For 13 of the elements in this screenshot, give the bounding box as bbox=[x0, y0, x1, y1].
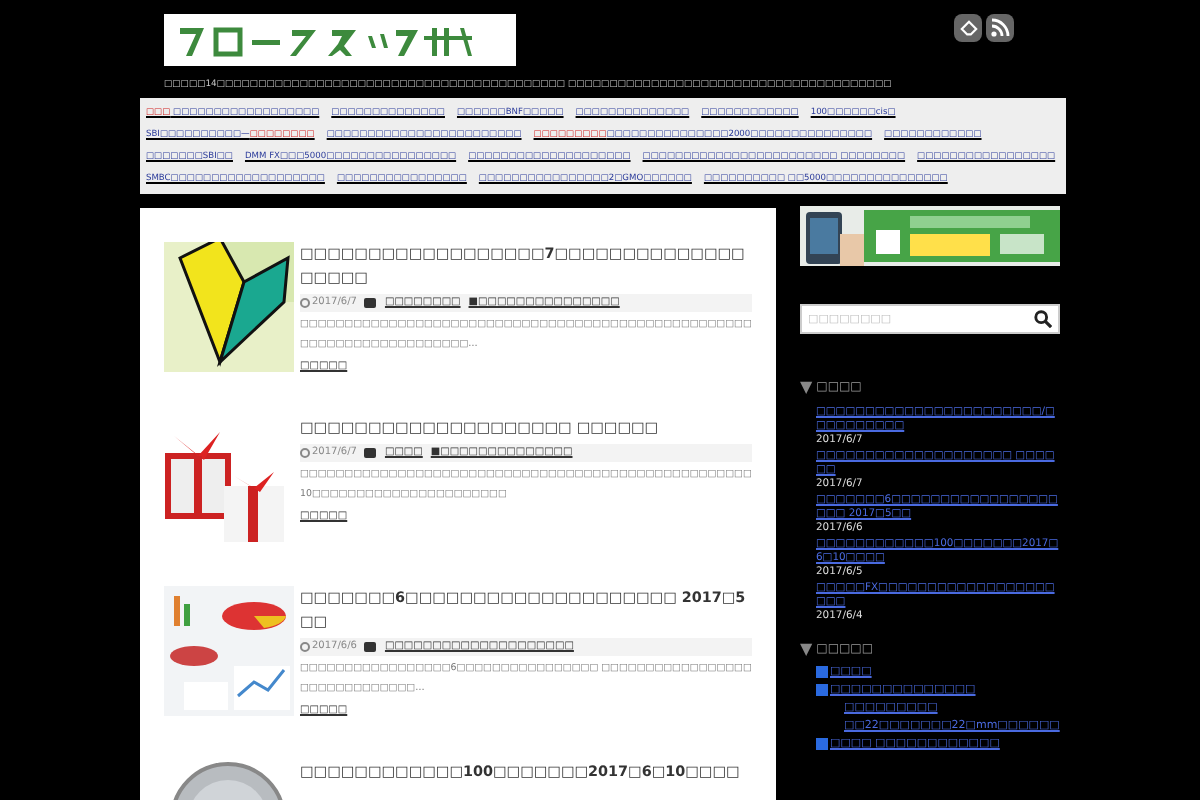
rss-icon[interactable] bbox=[986, 14, 1014, 42]
feedly-icon[interactable] bbox=[954, 14, 982, 42]
clock-icon bbox=[300, 642, 310, 652]
triangle-icon: ▼ bbox=[800, 640, 813, 658]
clock-icon bbox=[300, 298, 310, 308]
search-icon[interactable] bbox=[1034, 310, 1052, 328]
folder-icon bbox=[816, 738, 828, 750]
site-logo[interactable] bbox=[164, 14, 516, 66]
folder-icon bbox=[364, 642, 377, 652]
triangle-icon: ▼ bbox=[800, 378, 813, 396]
folder-icon bbox=[364, 448, 377, 458]
folder-icon bbox=[364, 298, 377, 308]
clock-icon bbox=[300, 448, 310, 458]
